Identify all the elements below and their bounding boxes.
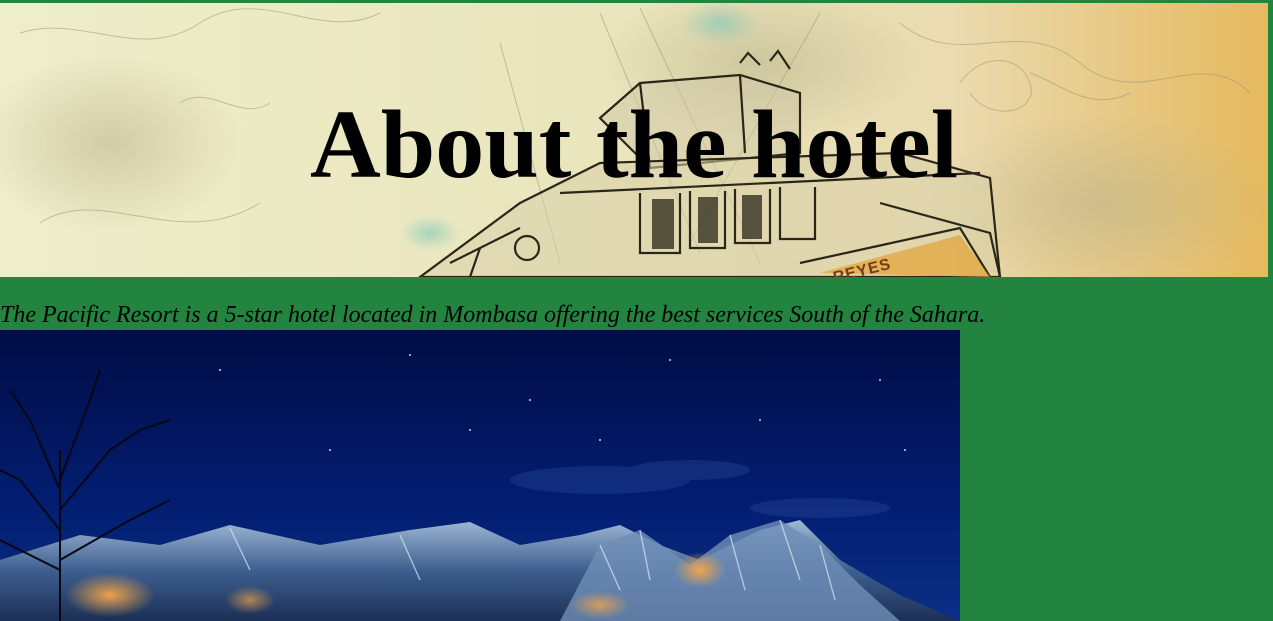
about-page: REYES About the hotel The Pacific Resort… <box>0 0 1273 621</box>
snowy-mountain-night-photo <box>0 330 960 621</box>
hero-banner: REYES About the hotel <box>0 3 1268 277</box>
hotel-description: The Pacific Resort is a 5-star hotel loc… <box>0 302 986 328</box>
page-title: About the hotel <box>310 91 958 199</box>
